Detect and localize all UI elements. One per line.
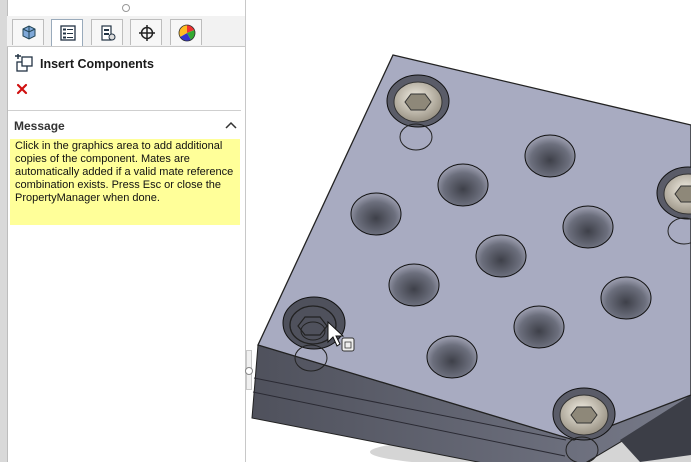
message-box: Click in the graphics area to add additi… — [10, 139, 240, 225]
cancel-button[interactable] — [14, 80, 30, 96]
dimxpert-manager-icon — [139, 25, 155, 41]
tab-configuration-manager[interactable] — [91, 19, 123, 45]
close-icon — [16, 83, 28, 95]
message-text: Click in the graphics area to add additi… — [15, 140, 234, 205]
property-manager-panel: Insert Components Message Click in the g… — [0, 0, 246, 462]
property-manager-header: Insert Components — [14, 54, 239, 74]
configuration-manager-icon — [101, 25, 116, 41]
tab-dimxpert-manager[interactable] — [130, 19, 162, 45]
message-title: Message — [14, 119, 65, 133]
property-manager-icon — [60, 25, 76, 41]
feature-manager-icon — [22, 25, 36, 40]
chevron-up-icon[interactable] — [225, 121, 237, 129]
divider — [8, 110, 241, 111]
page-title: Insert Components — [40, 57, 154, 71]
panel-grip[interactable] — [122, 4, 130, 12]
message-header[interactable]: Message — [14, 118, 239, 134]
tab-property-manager[interactable] — [51, 19, 83, 46]
display-manager-icon — [178, 24, 196, 42]
manager-tabs — [7, 16, 245, 47]
graphics-area[interactable] — [246, 0, 691, 462]
insert-components-icon — [15, 54, 33, 72]
tab-display-manager[interactable] — [170, 19, 202, 45]
tab-feature-manager[interactable] — [12, 19, 44, 45]
panel-edge — [0, 0, 8, 462]
